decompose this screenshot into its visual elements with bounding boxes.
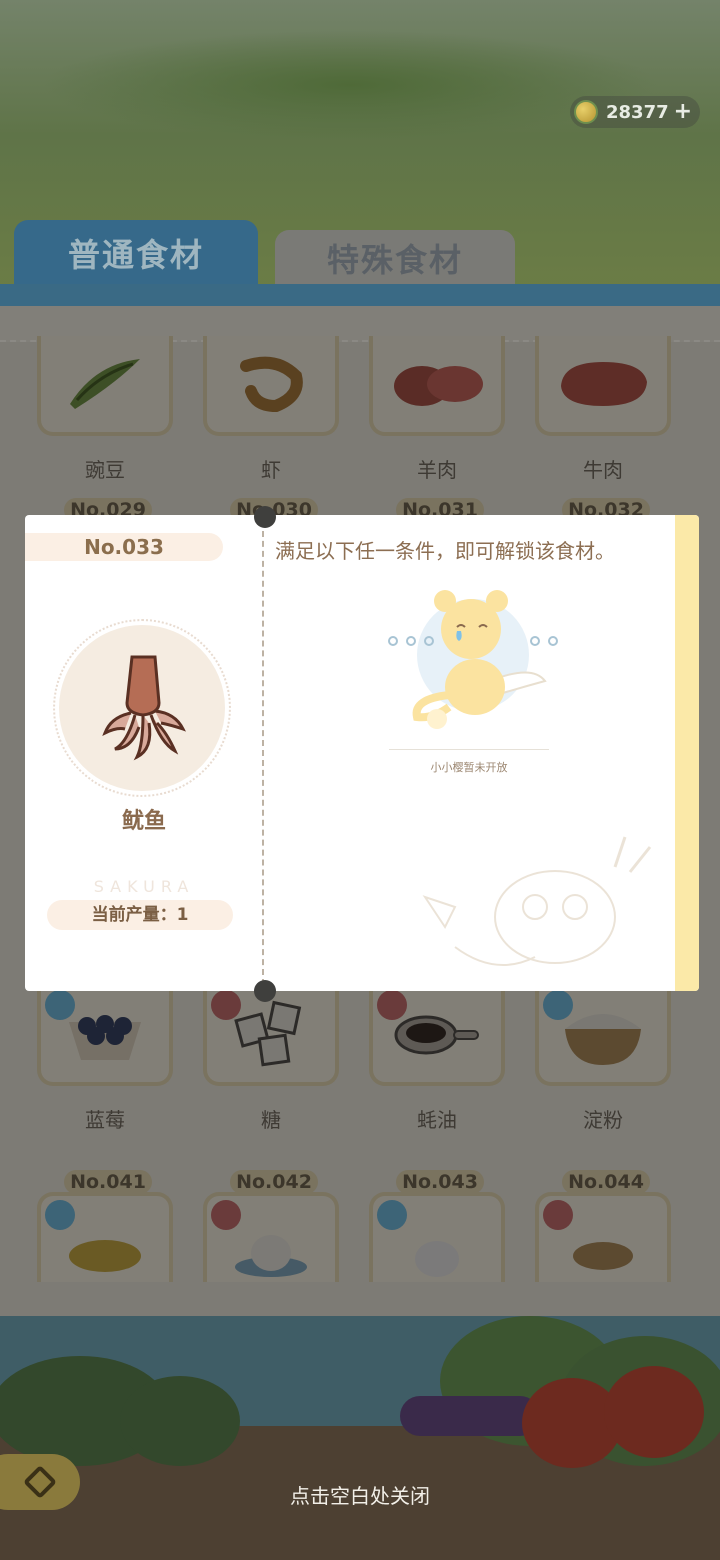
ingredient-card-42[interactable] [196, 1192, 346, 1282]
ingredient-name: 蓝莓 [85, 1108, 125, 1132]
ingredient-number: No.044 [562, 1170, 650, 1194]
ingredient-number: No.043 [396, 1170, 484, 1194]
oyster-sauce-icon [394, 1015, 479, 1055]
ingredient-card-oyster-sauce[interactable]: 蚝油 [362, 986, 512, 1133]
lamb-meat-icon [394, 366, 483, 406]
ingredient-card-44[interactable] [528, 1192, 678, 1282]
ingredient-type-icon [45, 1200, 75, 1230]
ingredient-number: No.042 [230, 1170, 318, 1194]
ingredient-name: 牛肉 [583, 458, 623, 482]
ingredient-name: 虾 [261, 458, 281, 482]
coin-icon [574, 100, 598, 124]
mascot-caption: 小小樱暂未开放 [430, 761, 508, 774]
brand-watermark: SAKURA [93, 877, 195, 896]
ingredient-detail-modal[interactable]: No.033 鱿鱼 SAKURA 当前产量：1 满足以下任一条件，即可解锁该食材… [25, 515, 699, 991]
decorative-sketch-icon [422, 836, 652, 966]
currency-display[interactable]: 28377 + [570, 96, 700, 128]
ingredient-name: 鱿鱼 [121, 809, 166, 834]
ingredient-image-frame [59, 625, 225, 791]
modal-accent-strip [675, 515, 699, 991]
ingredient-card-43[interactable] [362, 1192, 512, 1282]
unlock-condition-text: 满足以下任一条件，即可解锁该食材。 [275, 539, 615, 563]
spice-bowl-icon [573, 1242, 633, 1271]
garlic-icon [415, 1241, 459, 1278]
ingredient-number: No.041 [64, 1170, 152, 1194]
ingredient-card-lamb[interactable]: 羊肉 [362, 336, 512, 483]
corn-bowl-icon [69, 1240, 141, 1273]
blueberry-icon [69, 1015, 141, 1060]
ingredient-name: 豌豆 [85, 458, 125, 482]
ingredient-card-starch[interactable]: 淀粉 [528, 986, 678, 1133]
ingredient-type-icon [543, 1200, 573, 1230]
modal-divider [262, 521, 264, 985]
currency-amount: 28377 [606, 101, 669, 123]
ingredient-card-beef[interactable]: 牛肉 [528, 336, 678, 483]
pea-icon [70, 359, 140, 409]
close-hint[interactable]: 点击空白处关闭 [0, 1480, 720, 1509]
footer-scene [0, 1316, 720, 1560]
current-output: 当前产量：1 [47, 900, 233, 930]
add-currency-icon[interactable]: + [674, 101, 692, 123]
ingredient-card-shrimp[interactable]: 虾 [196, 336, 346, 483]
sugar-icon [234, 1000, 302, 1067]
ingredient-number: No.033 [25, 533, 223, 561]
ingredient-type-icon [377, 1200, 407, 1230]
ingredient-card-pea[interactable]: 豌豆 [30, 336, 180, 483]
shrimp-icon [240, 356, 303, 412]
ingredient-name: 羊肉 [417, 458, 457, 482]
ingredient-type-icon [211, 1200, 241, 1230]
cream-icon [235, 1235, 307, 1278]
kero-mascot-icon [388, 590, 558, 729]
ingredient-card-sugar[interactable]: 糖 [196, 986, 346, 1133]
modal-ticket-notch-top [254, 506, 276, 528]
beef-icon [561, 362, 647, 406]
ingredient-name: 淀粉 [583, 1108, 623, 1132]
tab-special-ingredients[interactable]: 特殊食材 [275, 230, 515, 286]
ingredient-card-41[interactable] [30, 1192, 180, 1282]
starch-icon [565, 1014, 641, 1065]
ingredient-name: 糖 [261, 1108, 281, 1132]
tab-normal-ingredients[interactable]: 普通食材 [14, 220, 258, 286]
tab-bar [0, 284, 720, 306]
ingredient-card-blueberry[interactable]: 蓝莓 [30, 986, 180, 1133]
modal-ticket-notch-bottom [254, 980, 276, 1002]
ingredient-name: 蚝油 [417, 1108, 457, 1132]
squid-icon [102, 655, 186, 761]
